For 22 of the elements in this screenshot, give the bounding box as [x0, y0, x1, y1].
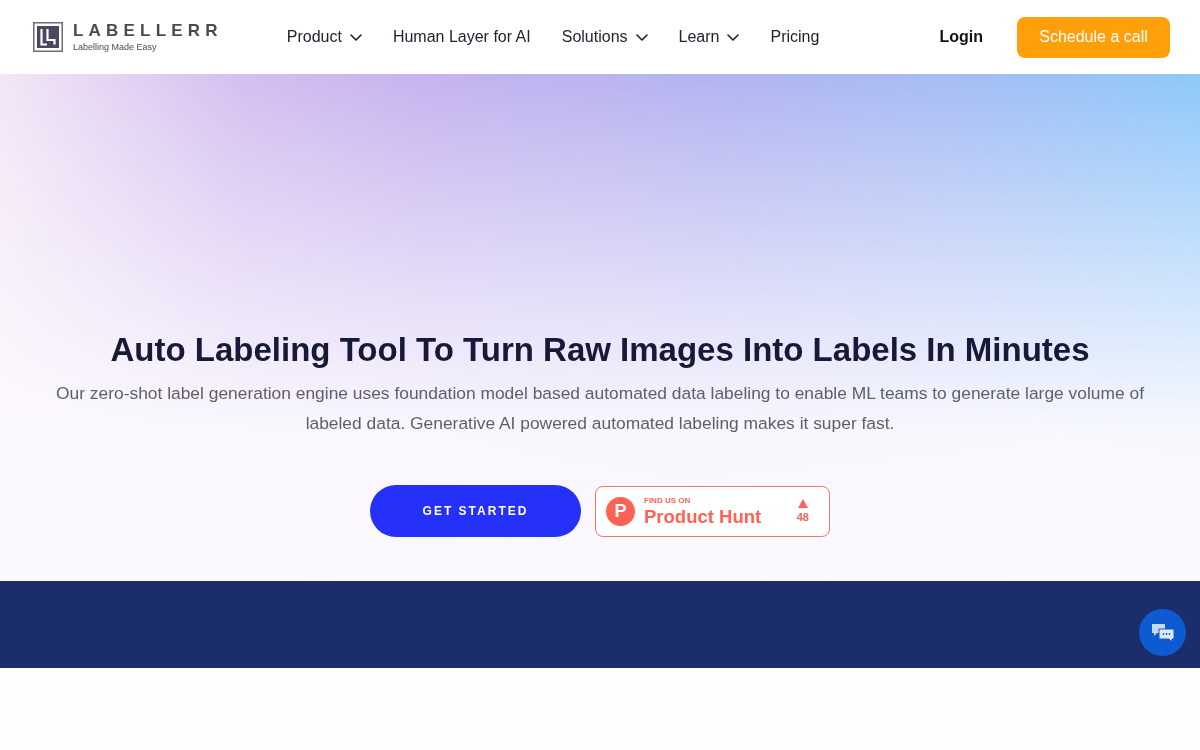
logo-icon — [33, 22, 63, 52]
hero-title: Auto Labeling Tool To Turn Raw Images Into Labels In Minutes — [110, 330, 1090, 370]
chevron-down-icon — [635, 33, 648, 41]
chat-bubbles-icon — [1150, 622, 1175, 643]
nav-link[interactable]: Product — [286, 28, 362, 46]
logo-wordmark: LABELLERR — [73, 21, 223, 41]
upvote-icon — [797, 499, 808, 508]
badge-title: Product Hunt — [644, 505, 763, 527]
product-hunt-logo: P — [606, 496, 635, 526]
nav-link[interactable]: Learn — [678, 28, 740, 46]
chat-button[interactable] — [1139, 609, 1186, 656]
get-started-button[interactable]: GET STARTED — [370, 485, 581, 537]
logo-tagline: Labelling Made Easy — [73, 42, 158, 53]
hero-description: Our zero-shot label generation engine uses foundation model based automated data labeling to enable ML teams to generate large volume of labeled data. Generative AI powered automated labeling makes it super fast. — [55, 382, 1145, 435]
login-link[interactable]: Login — [939, 28, 983, 46]
nav-link[interactable]: Solutions — [561, 28, 648, 46]
chevron-down-icon — [727, 33, 740, 41]
nav-link[interactable]: Pricing — [770, 28, 820, 46]
vote-count: 48 — [796, 511, 809, 523]
nav-link[interactable]: Human Layer for AI — [392, 28, 531, 46]
chevron-down-icon — [349, 33, 362, 41]
badge-eyebrow: FIND US ON — [644, 495, 692, 506]
